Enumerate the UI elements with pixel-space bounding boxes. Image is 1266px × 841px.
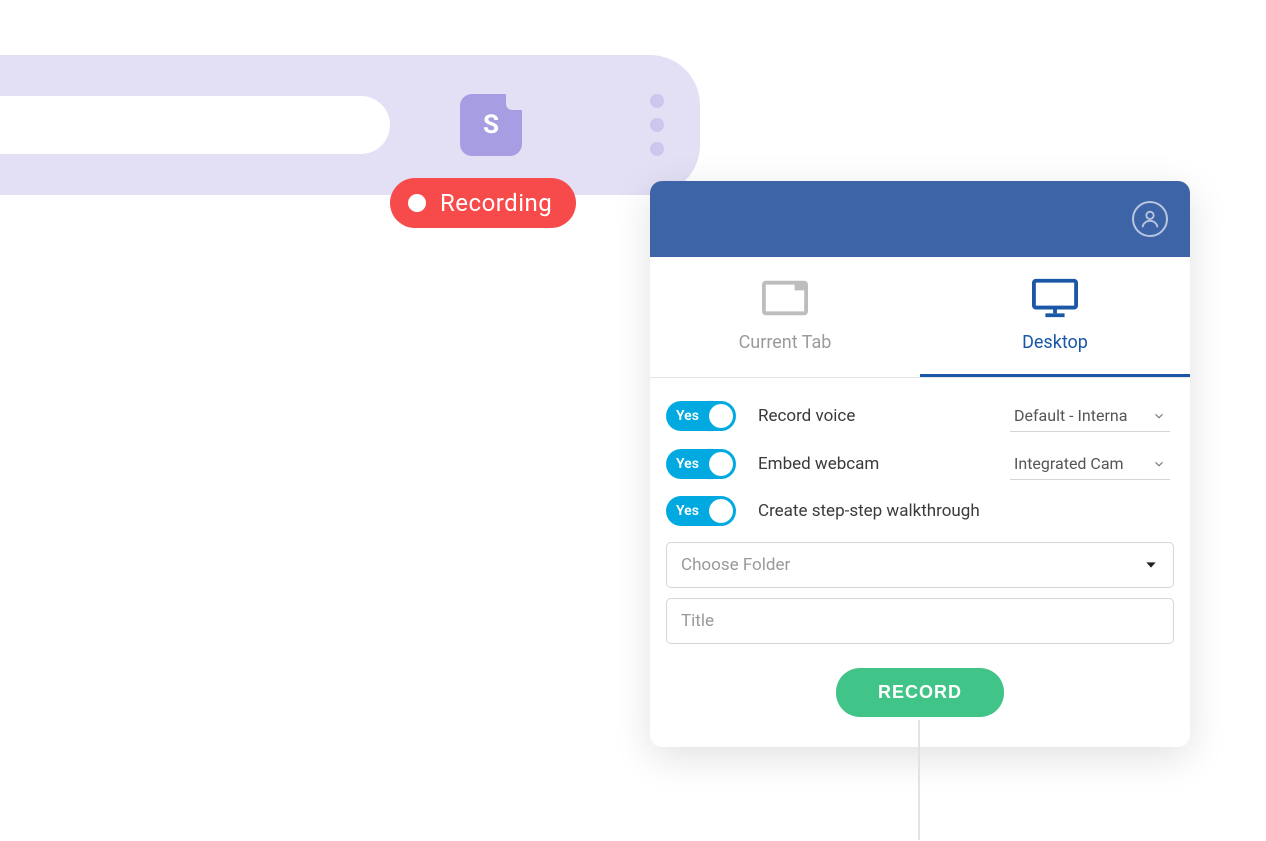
options-group: Yes Record voice Default - Interna Yes E… — [650, 378, 1190, 536]
record-dot-icon — [408, 194, 426, 212]
chevron-down-icon — [1143, 557, 1159, 573]
toggle-knob — [709, 404, 733, 428]
fields-group: Choose Folder Title — [650, 536, 1190, 644]
choose-folder-select[interactable]: Choose Folder — [666, 542, 1174, 588]
recorder-popup: Current Tab Desktop Yes Record voice Def… — [650, 181, 1190, 747]
toggle-walkthrough[interactable]: Yes — [666, 496, 736, 526]
audio-source-select[interactable]: Default - Interna — [1010, 400, 1170, 432]
toggle-knob — [709, 499, 733, 523]
placeholder-text: Title — [681, 611, 714, 631]
toggle-knob — [709, 452, 733, 476]
tab-label: Desktop — [1022, 332, 1088, 353]
select-value: Default - Interna — [1014, 406, 1148, 425]
popup-header — [650, 181, 1190, 257]
record-button[interactable]: RECORD — [836, 668, 1004, 717]
tab-icon — [762, 278, 808, 318]
extension-letter: S — [483, 110, 499, 140]
kebab-menu-icon[interactable] — [650, 94, 664, 156]
browser-toolbar: S — [0, 55, 700, 195]
camera-source-select[interactable]: Integrated Cam — [1010, 448, 1170, 480]
tab-current-tab[interactable]: Current Tab — [650, 257, 920, 377]
source-tabs: Current Tab Desktop — [650, 257, 1190, 378]
option-label: Embed webcam — [758, 454, 988, 474]
option-record-voice: Yes Record voice Default - Interna — [660, 392, 1176, 440]
tab-desktop[interactable]: Desktop — [920, 257, 1190, 377]
chevron-down-icon — [1152, 457, 1166, 471]
select-value: Integrated Cam — [1014, 454, 1148, 473]
extension-icon[interactable]: S — [460, 94, 522, 156]
option-label: Create step-step walkthrough — [758, 501, 1170, 521]
placeholder-text: Choose Folder — [681, 555, 790, 575]
recording-label: Recording — [440, 189, 552, 217]
toggle-record-voice[interactable]: Yes — [666, 401, 736, 431]
tab-label: Current Tab — [739, 332, 832, 353]
address-bar[interactable] — [0, 96, 390, 154]
recording-indicator: Recording — [390, 178, 576, 228]
decorative-line — [918, 720, 920, 840]
toggle-embed-webcam[interactable]: Yes — [666, 449, 736, 479]
option-label: Record voice — [758, 406, 988, 426]
actions: RECORD — [650, 654, 1190, 747]
profile-icon[interactable] — [1132, 201, 1168, 237]
option-walkthrough: Yes Create step-step walkthrough — [660, 488, 1176, 534]
chevron-down-icon — [1152, 409, 1166, 423]
monitor-icon — [1032, 278, 1078, 318]
title-input[interactable]: Title — [666, 598, 1174, 644]
option-embed-webcam: Yes Embed webcam Integrated Cam — [660, 440, 1176, 488]
